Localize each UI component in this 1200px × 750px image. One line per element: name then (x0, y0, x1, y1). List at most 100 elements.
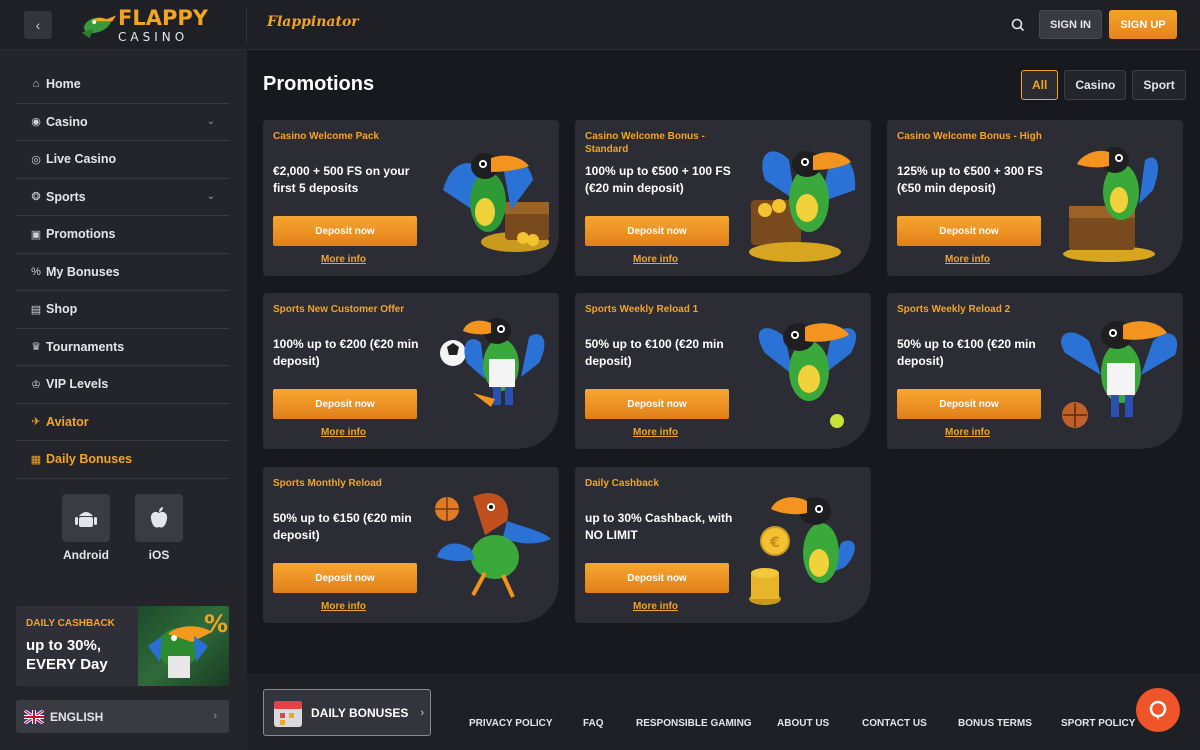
footer-link[interactable]: CONTACT US (862, 718, 927, 729)
toucan-illustration: € (745, 477, 867, 612)
ios-app-button[interactable]: iOS (135, 494, 183, 562)
sidebar-item-home[interactable]: ⌂ Home (16, 66, 229, 104)
page-title: Promotions (263, 73, 375, 95)
promotion-description: 125% up to €500 + 300 FS (€50 min deposi… (897, 164, 1043, 195)
promotion-title: Sports Weekly Reload 1 (585, 304, 699, 315)
filter-sport[interactable]: Sport (1132, 70, 1186, 100)
shop-icon: ▤ (30, 303, 42, 316)
daily-cashback-banner[interactable]: DAILY CASHBACK up to 30%, EVERY Day % (16, 606, 229, 686)
chevron-left-icon: ‹ (35, 17, 41, 33)
promotion-card: Sports Monthly Reload 50% up to €150 (€20… (263, 467, 559, 623)
apple-icon (135, 494, 183, 542)
promotion-description: 50% up to €150 (€20 min deposit) (273, 511, 412, 542)
cashback-banner-text: up to 30%, EVERY Day (26, 637, 108, 673)
deposit-now-button[interactable]: Deposit now (585, 216, 729, 246)
more-info-link[interactable]: More info (633, 254, 678, 265)
footer-link[interactable]: ABOUT US (777, 718, 829, 729)
deposit-now-button[interactable]: Deposit now (897, 389, 1041, 419)
more-info-link[interactable]: More info (945, 254, 990, 265)
site-logo[interactable]: FLAPPY CASINO (78, 5, 208, 45)
sidebar-item-sports[interactable]: ❂ Sports ⌄ (16, 179, 229, 216)
deposit-now-button[interactable]: Deposit now (273, 216, 417, 246)
sidebar-item-vip-levels[interactable]: ♔ VIP Levels (16, 366, 229, 404)
flappinator-link[interactable]: Flappinator (267, 14, 359, 30)
sidebar-item-label: Home (46, 77, 81, 92)
language-label: ENGLISH (50, 709, 104, 724)
live-chat-button[interactable] (1136, 688, 1180, 732)
sidebar-item-shop[interactable]: ▤ Shop (16, 291, 229, 329)
footer-link[interactable]: SPORT POLICY (1061, 718, 1135, 729)
sidebar-item-tournaments[interactable]: ♛ Tournaments (16, 329, 229, 366)
calendar-gift-icon (274, 700, 302, 727)
crown-icon: ♔ (31, 378, 41, 391)
toucan-illustration (433, 477, 555, 612)
sidebar-item-my-bonuses[interactable]: % My Bonuses (16, 254, 229, 291)
sidebar-collapse-button[interactable]: ‹ (24, 11, 52, 39)
live-icon: ◎ (31, 153, 41, 166)
toucan-illustration (433, 303, 555, 438)
sidebar-item-label: VIP Levels (46, 377, 109, 392)
sidebar-item-promotions[interactable]: ▣ Promotions (16, 216, 229, 254)
sign-in-button[interactable]: SIGN IN (1039, 10, 1102, 39)
deposit-now-button[interactable]: Deposit now (897, 216, 1041, 246)
promotion-description: 50% up to €100 (€20 min deposit) (897, 337, 1036, 368)
sidebar-item-label: Aviator (46, 414, 89, 429)
sidebar-item-label: Sports (46, 189, 86, 204)
promotion-card: Casino Welcome Pack €2,000 + 500 FS on yo… (263, 120, 559, 276)
android-app-button[interactable]: Android (62, 494, 110, 562)
filter-all[interactable]: All (1021, 70, 1059, 100)
sidebar-item-live-casino[interactable]: ◎ Live Casino (16, 141, 229, 179)
daily-bonuses-button[interactable]: DAILY BONUSES › (263, 689, 431, 736)
promotion-description: €2,000 + 500 FS on your first 5 deposits (273, 164, 410, 195)
deposit-now-button[interactable]: Deposit now (273, 389, 417, 419)
sidebar: ⌂ Home ◉ Casino ⌄ ◎ Live Casino ❂ Sports ⌄ ▣ Promot… (0, 50, 247, 750)
percent-icon: % (31, 265, 41, 278)
search-icon[interactable] (1009, 16, 1027, 34)
footer-link[interactable]: BONUS TERMS (958, 718, 1032, 729)
toucan-illustration (745, 130, 867, 265)
footer-link[interactable]: RESPONSIBLE GAMING (636, 718, 752, 729)
logo-title: FLAPPY (118, 5, 208, 30)
more-info-link[interactable]: More info (633, 427, 678, 438)
more-info-link[interactable]: More info (633, 601, 678, 612)
plane-icon: ✈ (31, 416, 41, 429)
sidebar-item-label: My Bonuses (46, 264, 120, 279)
toucan-illustration (1057, 130, 1179, 265)
promotion-title: Daily Cashback (585, 478, 659, 489)
more-info-link[interactable]: More info (945, 427, 990, 438)
sidebar-item-label: Shop (46, 302, 78, 317)
deposit-now-button[interactable]: Deposit now (585, 563, 729, 593)
gift-icon: ▣ (30, 228, 42, 241)
promotion-title: Sports Monthly Reload (273, 478, 382, 489)
app-downloads: Android iOS (62, 494, 183, 562)
more-info-link[interactable]: More info (321, 254, 366, 265)
chat-icon (1149, 700, 1167, 720)
sidebar-item-label: Live Casino (46, 152, 117, 167)
trophy-icon: ♛ (31, 341, 41, 354)
toucan-illustration (433, 130, 555, 265)
footer-link[interactable]: FAQ (583, 718, 604, 729)
more-info-link[interactable]: More info (321, 427, 366, 438)
sign-up-button[interactable]: SIGN UP (1109, 10, 1177, 39)
app-label: iOS (148, 548, 170, 562)
promotion-card: Sports New Customer Offer 100% up to €200… (263, 293, 559, 449)
sidebar-item-casino[interactable]: ◉ Casino ⌄ (16, 104, 229, 141)
sidebar-item-aviator[interactable]: ✈ Aviator (16, 404, 229, 441)
chevron-down-icon[interactable]: ⌄ (207, 116, 215, 127)
filter-casino[interactable]: Casino (1064, 70, 1127, 100)
chevron-right-icon: › (213, 710, 217, 722)
sidebar-item-label: Daily Bonuses (46, 452, 133, 467)
promotion-card: Casino Welcome Bonus - Standard 100% up t… (575, 120, 871, 276)
sidebar-item-label: Promotions (46, 227, 116, 242)
svg-text:%: % (204, 610, 228, 638)
header-divider (246, 8, 247, 42)
sidebar-item-daily-bonuses[interactable]: ▦ Daily Bonuses (16, 441, 229, 479)
deposit-now-button[interactable]: Deposit now (273, 563, 417, 593)
language-selector[interactable]: ENGLISH › (16, 700, 229, 733)
chevron-down-icon[interactable]: ⌄ (207, 191, 215, 202)
more-info-link[interactable]: More info (321, 601, 366, 612)
deposit-now-button[interactable]: Deposit now (585, 389, 729, 419)
cashback-banner-title: DAILY CASHBACK (26, 618, 115, 629)
footer-link[interactable]: PRIVACY POLICY (469, 718, 553, 729)
svg-text:€: € (769, 535, 780, 551)
